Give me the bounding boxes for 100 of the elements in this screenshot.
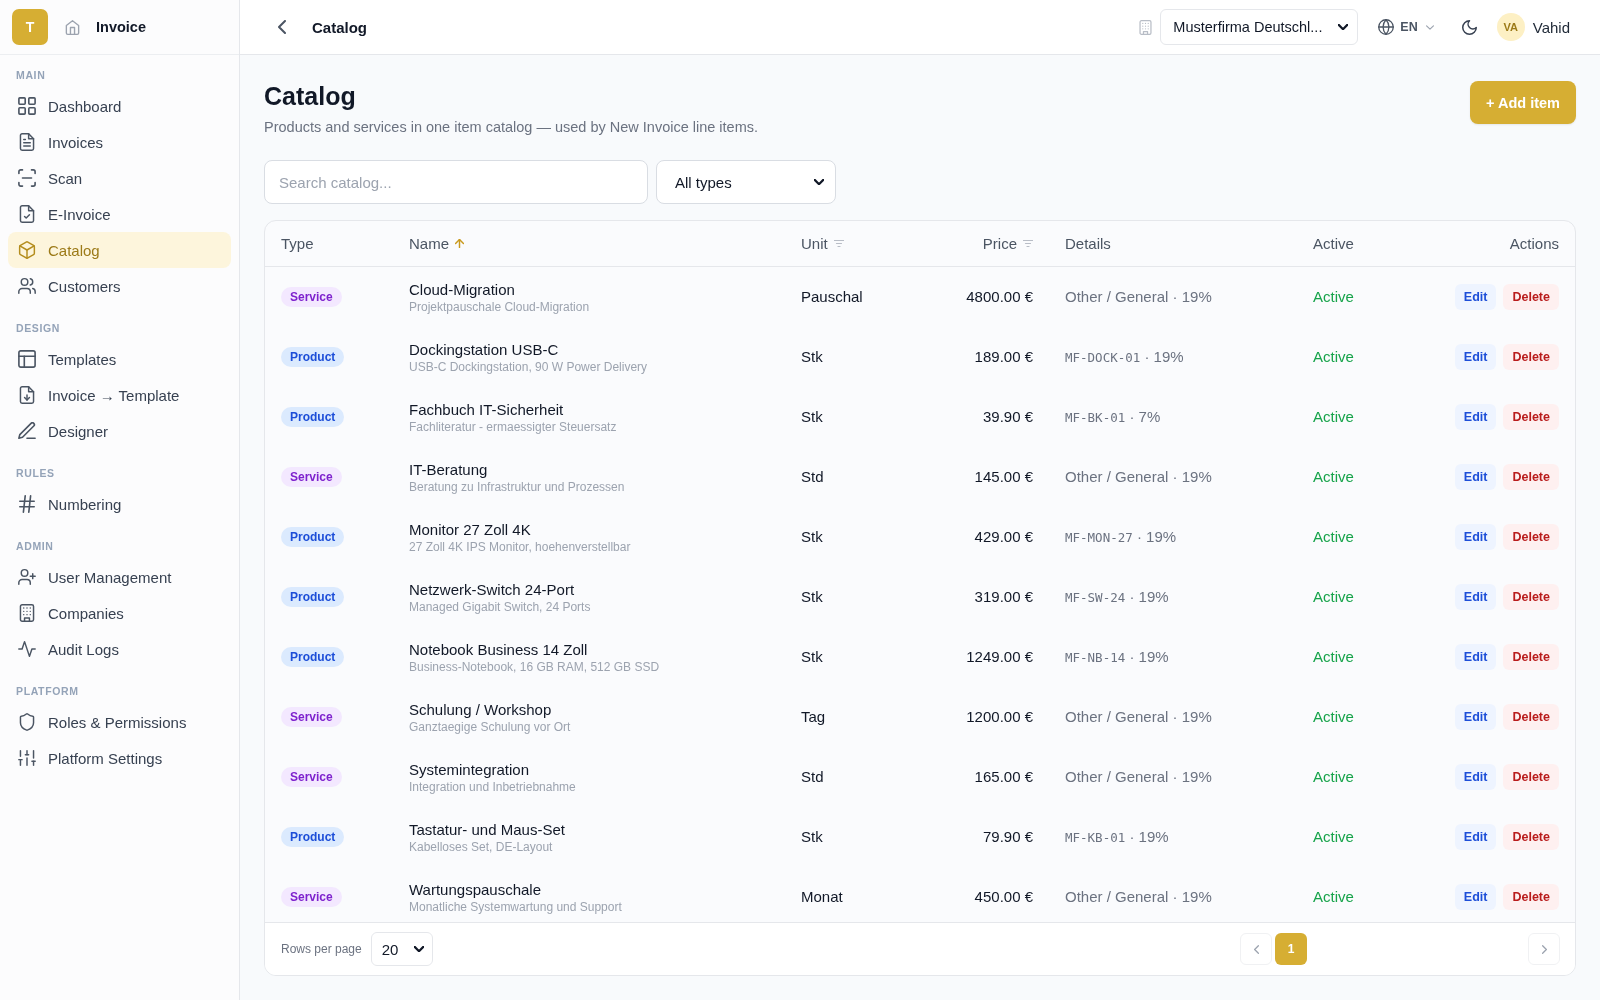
building-icon: [1139, 19, 1153, 35]
type-badge: Service: [281, 767, 342, 787]
nav-item[interactable]: User Management: [8, 559, 231, 595]
details-cell: Other / General · 19%: [1065, 888, 1212, 905]
rows-per-page-label: Rows per page: [281, 942, 362, 956]
item-description: Ganztaegige Schulung vor Ort: [409, 718, 572, 735]
item-description: Kabelloses Set, DE-Layout: [409, 838, 554, 855]
next-page-button[interactable]: [1528, 933, 1560, 965]
hash-icon: [18, 495, 36, 513]
nav-item[interactable]: Invoices: [8, 124, 231, 160]
nav-item[interactable]: Audit Logs: [8, 631, 231, 667]
column-header: Actions: [1509, 235, 1559, 252]
scan-icon: [18, 169, 36, 187]
column-header: Details: [1065, 235, 1111, 252]
item-name: Tastatur- und Maus-Set: [409, 819, 566, 839]
nav-item[interactable]: Invoice → Template: [8, 377, 231, 413]
item-name: Fachbuch IT-Sicherheit: [409, 399, 565, 419]
delete-button[interactable]: Delete: [1503, 824, 1559, 850]
nav-item[interactable]: Companies: [8, 595, 231, 631]
item-description: 27 Zoll 4K IPS Monitor, hoehenverstellbar: [409, 538, 632, 555]
language-button[interactable]: EN: [1378, 19, 1434, 35]
delete-button[interactable]: Delete: [1503, 764, 1559, 790]
delete-button[interactable]: Delete: [1503, 584, 1559, 610]
edit-button[interactable]: Edit: [1454, 584, 1497, 610]
edit-button[interactable]: Edit: [1454, 284, 1497, 310]
company-select[interactable]: Musterfirma Deutschl...: [1160, 9, 1359, 45]
details-cell: Other / General · 19%: [1065, 708, 1212, 725]
chevron-down-icon: [1338, 24, 1349, 30]
type-badge: Service: [281, 887, 342, 907]
item-description: Monatliche Systemwartung und Support: [409, 898, 623, 915]
status-text: Active: [1313, 348, 1354, 365]
unit-cell: Stk: [801, 588, 823, 605]
delete-button[interactable]: Delete: [1503, 524, 1559, 550]
edit-button[interactable]: Edit: [1454, 524, 1497, 550]
edit-button[interactable]: Edit: [1454, 764, 1497, 790]
home-icon[interactable]: [65, 19, 80, 35]
nav-item[interactable]: Scan: [8, 160, 231, 196]
type-badge: Service: [281, 467, 342, 487]
nav-item[interactable]: Designer: [8, 413, 231, 449]
document-icon: [18, 133, 36, 151]
price-cell: 4800.00 €: [966, 288, 1033, 305]
delete-button[interactable]: Delete: [1503, 284, 1559, 310]
price-cell: 79.90 €: [982, 828, 1033, 845]
nav-item[interactable]: Roles & Permissions: [8, 704, 231, 740]
nav-item[interactable]: Customers: [8, 268, 231, 304]
delete-button[interactable]: Delete: [1503, 464, 1559, 490]
avatar[interactable]: VA: [1496, 13, 1525, 41]
nav-item[interactable]: Catalog: [8, 232, 231, 268]
nav-item[interactable]: E-Invoice: [8, 196, 231, 232]
page-heading: Catalog: [312, 18, 367, 36]
edit-button[interactable]: Edit: [1454, 404, 1497, 430]
type-badge: Product: [281, 407, 345, 427]
edit-button[interactable]: Edit: [1454, 824, 1497, 850]
edit-button[interactable]: Edit: [1454, 344, 1497, 370]
edit-button[interactable]: Edit: [1454, 644, 1497, 670]
unit-cell: Stk: [801, 408, 823, 425]
section-label: MAIN: [15, 68, 47, 83]
item-description: Integration und Inbetriebnahme: [409, 778, 577, 795]
delete-button[interactable]: Delete: [1503, 884, 1559, 910]
section-label: PLATFORM: [15, 684, 80, 699]
delete-button[interactable]: Delete: [1503, 404, 1559, 430]
price-cell: 450.00 €: [974, 888, 1033, 905]
chevron-down-icon: [413, 946, 424, 952]
status-text: Active: [1313, 888, 1354, 905]
user-name[interactable]: Vahid: [1532, 18, 1570, 36]
status-text: Active: [1313, 768, 1354, 785]
nav-item[interactable]: Numbering: [8, 486, 231, 522]
price-cell: 1200.00 €: [966, 708, 1033, 725]
item-name: Wartungspauschale: [409, 879, 543, 899]
delete-button[interactable]: Delete: [1503, 344, 1559, 370]
cube-icon: [18, 241, 36, 259]
moon-icon[interactable]: [1461, 19, 1477, 35]
nav-item[interactable]: Platform Settings: [8, 740, 231, 776]
details-cell: MF-NB-14 · 19%: [1065, 648, 1169, 665]
status-text: Active: [1313, 288, 1354, 305]
chevron-left-icon: [1253, 944, 1259, 954]
price-cell: 145.00 €: [974, 468, 1033, 485]
type-badge: Product: [281, 827, 345, 847]
document-download-icon: [18, 386, 36, 404]
search-field[interactable]: Search catalog...: [264, 160, 648, 204]
nav-item[interactable]: Dashboard: [8, 88, 231, 124]
edit-button[interactable]: Edit: [1454, 464, 1497, 490]
sort-lines-icon: [833, 240, 844, 247]
nav-item[interactable]: Templates: [8, 341, 231, 377]
rows-per-page-select[interactable]: 20: [370, 932, 433, 966]
column-header[interactable]: Price: [982, 235, 1033, 252]
chevron-left-icon[interactable]: [278, 20, 286, 34]
edit-button[interactable]: Edit: [1454, 884, 1497, 910]
sliders-icon: [18, 749, 36, 767]
price-cell: 319.00 €: [974, 588, 1033, 605]
type-select[interactable]: All types: [656, 160, 836, 204]
column-header[interactable]: Name: [409, 235, 464, 252]
delete-button[interactable]: Delete: [1503, 644, 1559, 670]
status-text: Active: [1313, 648, 1354, 665]
column-header[interactable]: Unit: [801, 235, 844, 252]
edit-button[interactable]: Edit: [1454, 704, 1497, 730]
item-name: Cloud-Migration: [409, 279, 516, 299]
delete-button[interactable]: Delete: [1503, 704, 1559, 730]
details-cell: Other / General · 19%: [1065, 288, 1212, 305]
previous-page-button[interactable]: [1240, 933, 1272, 965]
